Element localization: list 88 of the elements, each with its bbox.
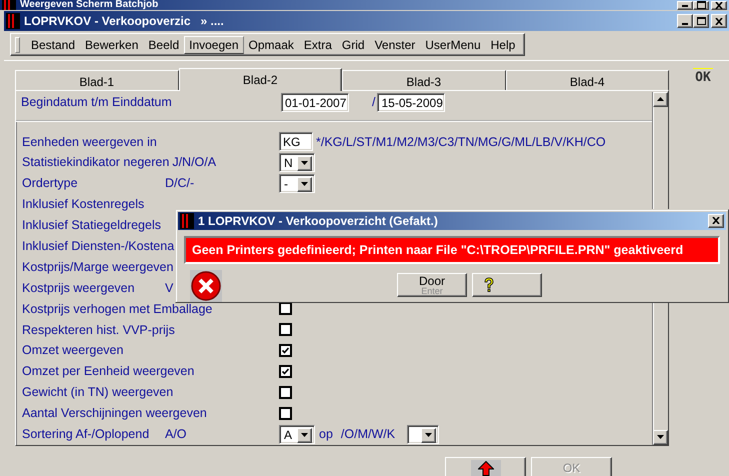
toolbar-grip[interactable] — [15, 36, 20, 52]
tab[interactable]: Blad-2 — [178, 68, 342, 90]
menu-item[interactable]: Venster — [370, 36, 420, 54]
checkbox[interactable] — [279, 406, 292, 420]
close-button[interactable] — [711, 0, 727, 10]
tab[interactable]: Blad-4 — [506, 70, 669, 90]
field-label: Omzet weergeven — [22, 343, 124, 358]
checkbox[interactable] — [279, 344, 292, 357]
help-button[interactable] — [472, 273, 542, 297]
dropdown[interactable]: N — [279, 152, 315, 172]
checkbox[interactable] — [279, 323, 292, 336]
checkbox[interactable] — [279, 386, 292, 399]
up-arrow-button[interactable] — [445, 456, 526, 476]
window-title-suffix: » .... — [200, 14, 224, 28]
checkmark-icon — [282, 368, 289, 375]
checkbox[interactable] — [279, 302, 292, 316]
minimize-button[interactable] — [677, 0, 693, 10]
menu-item[interactable]: Bestand — [26, 36, 80, 54]
field-label: Aantal Verschijningen weergeven — [22, 406, 207, 420]
error-message: Geen Printers gedefinieerd; Printen naar File "C:\TROEP\PRFILE.PRN" geaktiveerd — [184, 236, 720, 264]
close-button[interactable] — [708, 214, 724, 228]
scroll-up-icon — [657, 97, 664, 101]
menu-item[interactable]: Beeld — [143, 36, 184, 54]
field-label: Sortering Af-/Oplopend — [22, 427, 150, 442]
minimize-icon — [682, 4, 688, 6]
field-hint: J/N/O/A — [172, 155, 216, 170]
tab[interactable]: Blad-3 — [342, 70, 506, 90]
field-label: Kostprijs verhogen met Emballage — [22, 302, 212, 316]
maximize-icon — [696, 17, 706, 25]
error-icon — [190, 270, 222, 302]
window-title: LOPRVKOV - Verkoopoverzic — [24, 14, 190, 28]
close-icon — [712, 217, 720, 224]
dropdown[interactable]: - — [279, 174, 315, 193]
maximize-button[interactable] — [693, 14, 709, 28]
field-label: Kostprijs/Marge weergeven — [22, 260, 174, 274]
separator-label: / — [372, 95, 376, 110]
window-title: Weergeven Scherm Batchjob — [20, 0, 158, 10]
field-label: Inklusief Diensten-/Kostena — [22, 239, 174, 254]
checkbox[interactable] — [279, 364, 292, 378]
dialog-title: 1 LOPRVKOV - Verkoopoverzicht (Gefakt.) — [198, 214, 438, 228]
menu-item[interactable]: Opmaak — [244, 36, 299, 54]
field-hint: /O/M/W/K — [340, 427, 396, 442]
field-label: Begindatum t/m Einddatum — [21, 95, 173, 110]
checkmark-icon — [282, 346, 289, 354]
field-label: Ordertype — [22, 176, 79, 190]
field-label: Respekteren hist. VVP-prijs — [22, 322, 175, 337]
field-label: Gewicht (in TN) weergeven — [22, 385, 174, 400]
dropdown[interactable] — [406, 424, 439, 444]
field-hint: V — [165, 280, 174, 295]
dropdown-arrow-icon — [301, 433, 308, 438]
field-label: Inklusief Statiegeldregels — [22, 218, 162, 232]
date-field[interactable]: 01-01-2007 — [281, 92, 349, 112]
close-icon — [715, 18, 723, 24]
dropdown-arrow-icon — [424, 433, 432, 438]
field-label: Omzet per Eenheid weergeven — [22, 364, 194, 378]
door-button[interactable]: Door Enter — [397, 273, 467, 297]
field-label: Statistiekindikator negeren — [22, 155, 170, 170]
close-button[interactable] — [711, 14, 727, 28]
field-label: Kostprijs weergeven — [22, 280, 136, 295]
app-icon — [6, 13, 20, 29]
menu-item[interactable]: UserMenu — [420, 36, 486, 54]
minimize-icon — [682, 23, 688, 25]
menu-item[interactable]: Bewerken — [80, 36, 144, 54]
menu-item[interactable]: Help — [486, 36, 520, 54]
menu-item[interactable]: Grid — [336, 36, 370, 54]
tab[interactable]: Blad-1 — [15, 70, 178, 90]
arrow-up-icon — [478, 460, 494, 476]
field-label: Eenheden weergeven in — [22, 134, 158, 149]
text-field[interactable]: KG — [279, 132, 313, 152]
dropdown-arrow-icon — [301, 182, 308, 186]
field-label: op — [319, 427, 333, 442]
units-hint: */KG/L/ST/M1/M2/M3/C3/TN/MG/G/ML/LB/V/KH/CO — [316, 134, 606, 149]
dropdown[interactable]: A — [279, 424, 315, 444]
field-hint: A/O — [165, 427, 187, 442]
menu-item[interactable]: Extra — [298, 36, 337, 54]
field-hint: D/C/- — [165, 176, 194, 190]
close-icon — [715, 2, 723, 8]
menu-item[interactable]: Invoegen — [184, 36, 244, 54]
minimize-button[interactable] — [677, 14, 693, 28]
ok-button[interactable]: OK — [693, 68, 713, 84]
maximize-button[interactable] — [693, 0, 709, 10]
date-field[interactable]: 15-05-2009 — [377, 92, 446, 112]
field-label: Inklusief Kostenregels — [22, 197, 146, 212]
dropdown-arrow-icon — [301, 161, 308, 166]
maximize-icon — [696, 1, 706, 9]
app-icon — [180, 212, 194, 229]
scroll-down-icon — [657, 435, 664, 439]
question-mark-icon — [483, 277, 495, 293]
